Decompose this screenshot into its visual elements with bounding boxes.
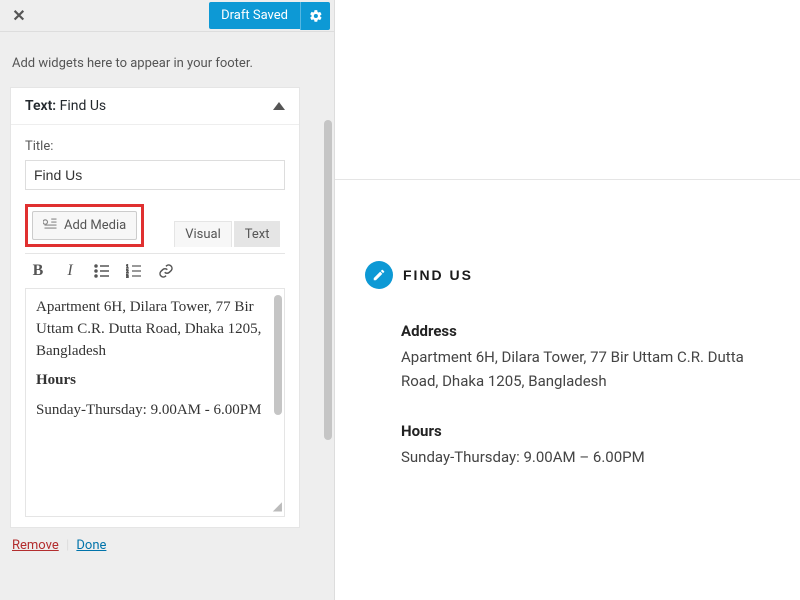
preview-widget-title: FIND US (403, 267, 473, 283)
done-link[interactable]: Done (76, 538, 106, 553)
add-media-button[interactable]: Add Media (32, 211, 137, 240)
widget-header[interactable]: Text: Find Us (11, 88, 299, 125)
numbered-list-button[interactable]: 123 (125, 262, 143, 280)
preview-hours-label: Hours (401, 419, 770, 443)
draft-saved-button[interactable]: Draft Saved (209, 2, 300, 29)
collapse-icon[interactable] (273, 102, 285, 110)
editor-content[interactable]: Apartment 6H, Dilara Tower, 77 Bir Uttam… (25, 289, 285, 517)
title-input[interactable] (25, 160, 285, 190)
widget-text: Text: Find Us Title: Add Media (10, 87, 300, 528)
svg-text:3: 3 (126, 275, 129, 278)
add-media-highlight: Add Media (25, 204, 144, 247)
bullet-list-button[interactable] (93, 262, 111, 280)
preview-pane: FIND US Address Apartment 6H, Dilara Tow… (335, 180, 800, 600)
widget-type-label: Text: Find Us (25, 98, 106, 114)
sidebar-header: ✕ Draft Saved (0, 0, 334, 32)
preview-hours-text: Sunday-Thursday: 9.00AM – 6.00PM (401, 445, 770, 469)
sidebar-scrollbar[interactable] (324, 120, 332, 440)
add-media-label: Add Media (64, 218, 126, 233)
section-description: Add widgets here to appear in your foote… (12, 56, 324, 71)
link-button[interactable] (157, 262, 175, 280)
editor-hours-label: Hours (36, 372, 76, 388)
tab-visual[interactable]: Visual (174, 221, 232, 247)
remove-link[interactable]: Remove (12, 538, 59, 553)
editor-address-text: Apartment 6H, Dilara Tower, 77 Bir Uttam… (36, 297, 274, 362)
bold-button[interactable]: B (29, 262, 47, 280)
close-icon[interactable]: ✕ (4, 1, 34, 31)
customizer-sidebar: ✕ Draft Saved Add widgets here to appear… (0, 0, 335, 600)
gear-icon[interactable] (300, 2, 330, 30)
widget-footer-actions: Remove | Done (10, 528, 324, 563)
edit-shortcut-icon[interactable] (365, 261, 393, 289)
media-icon (43, 217, 58, 234)
title-label: Title: (25, 139, 285, 154)
preview-address-text: Apartment 6H, Dilara Tower, 77 Bir Uttam… (401, 345, 770, 393)
editor-hours-text: Sunday-Thursday: 9.00AM - 6.00PM (36, 400, 274, 422)
resize-handle-icon[interactable]: ◢ (270, 502, 282, 514)
tab-text[interactable]: Text (234, 221, 281, 247)
scrollbar-thumb[interactable] (274, 295, 282, 415)
italic-button[interactable]: I (61, 262, 79, 280)
editor-toolbar: B I 123 (25, 253, 285, 289)
preview-address-label: Address (401, 319, 770, 343)
